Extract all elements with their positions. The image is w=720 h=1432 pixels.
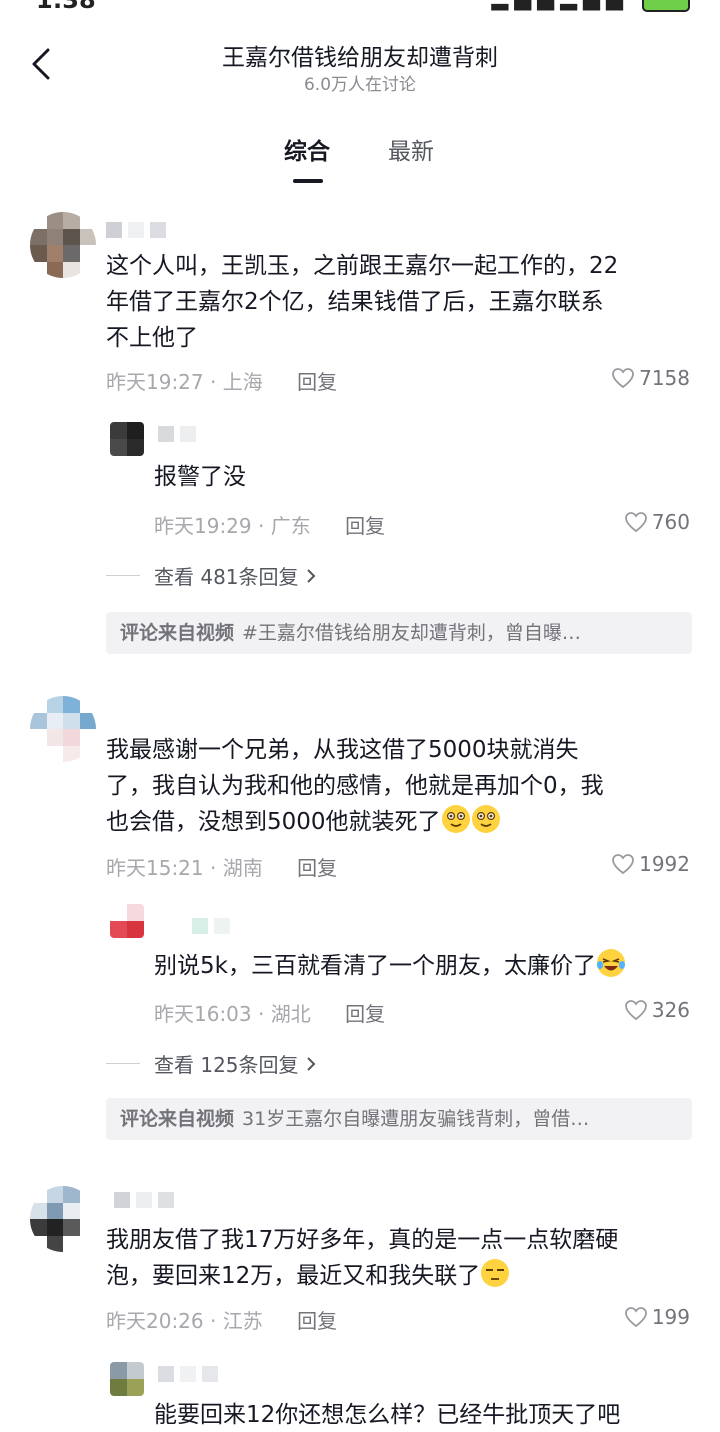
- like-count: 1992: [639, 852, 690, 876]
- divider-line: [106, 1063, 140, 1064]
- source-text: 31岁王嘉尔自曝遭朋友骗钱背刺，曾借…: [242, 1108, 590, 1130]
- tab-latest[interactable]: 最新: [388, 132, 434, 166]
- heart-icon: [612, 368, 634, 389]
- comment-meta: 昨天15:21 · 湖南 回复: [106, 852, 337, 881]
- page-title: 王嘉尔借钱给朋友却遭背刺: [222, 45, 498, 71]
- reply-text: 别说5k，三百就看清了一个朋友，太廉价了: [154, 948, 694, 983]
- signal-icon: ▂▄▆: [491, 0, 560, 11]
- reply-avatar[interactable]: [110, 904, 144, 938]
- tab-indicator: [293, 179, 323, 183]
- view-more-replies[interactable]: 查看 481条回复: [106, 561, 317, 590]
- video-source-link[interactable]: 评论来自视频 #王嘉尔借钱给朋友却遭背刺，曾自曝…: [106, 612, 692, 654]
- reply-avatar[interactable]: [110, 422, 144, 456]
- reply-meta: 昨天16:03 · 湖北 回复: [154, 998, 385, 1027]
- comment-time: 昨天20:26 · 江苏: [106, 1309, 263, 1333]
- reply-reply-button[interactable]: 回复: [345, 514, 385, 538]
- status-icons: ▂▄▆▂▄▆: [491, 0, 690, 12]
- status-bar: 1:38 ▂▄▆▂▄▆: [0, 0, 720, 14]
- blush-emoji-icon: [441, 805, 470, 833]
- comment-time: 昨天19:27 · 上海: [106, 370, 263, 394]
- divider-line: [106, 575, 140, 576]
- view-more-replies[interactable]: 查看 125条回复: [106, 1049, 317, 1078]
- blush-emoji-icon: [471, 805, 500, 833]
- tab-general[interactable]: 综合: [284, 132, 330, 166]
- heart-icon: [624, 512, 647, 533]
- avatar[interactable]: [30, 1186, 96, 1252]
- reply-text: 能要回来12你还想怎么样？已经牛批顶天了吧: [154, 1402, 621, 1428]
- like-button[interactable]: 199: [624, 1305, 690, 1329]
- heart-icon: [624, 1000, 647, 1021]
- header: 王嘉尔借钱给朋友却遭背刺 6.0万人在讨论 综合 最新: [0, 14, 720, 204]
- reply-like-button[interactable]: 326: [624, 998, 690, 1022]
- reply-meta: 昨天19:29 · 广东 回复: [154, 510, 385, 539]
- reply-reply-button[interactable]: 回复: [345, 1002, 385, 1026]
- heart-icon: [624, 1307, 647, 1328]
- like-button[interactable]: 1992: [611, 852, 690, 876]
- source-label: 评论来自视频: [120, 622, 235, 644]
- username-mosaic[interactable]: [106, 222, 166, 238]
- like-count: 7158: [639, 366, 690, 390]
- source-text: #王嘉尔借钱给朋友却遭背刺，曾自曝…: [242, 622, 581, 644]
- chevron-right-icon: [306, 568, 315, 583]
- laughing-tears-emoji-icon: [596, 949, 625, 977]
- signal-icon-2: ▂▄▆: [560, 0, 629, 11]
- status-time: 1:38: [36, 0, 96, 14]
- reply-username-mosaic[interactable]: [192, 918, 230, 934]
- avatar[interactable]: [30, 696, 96, 762]
- source-label: 评论来自视频: [120, 1108, 235, 1130]
- username-mosaic[interactable]: [114, 1192, 174, 1208]
- reply-username-mosaic[interactable]: [158, 426, 196, 442]
- discussion-count: 6.0万人在讨论: [303, 75, 417, 95]
- reply-time: 昨天16:03 · 湖北: [154, 1002, 311, 1026]
- heart-icon: [612, 854, 634, 875]
- reply-like-count: 760: [651, 510, 690, 534]
- comment-meta: 昨天19:27 · 上海 回复: [106, 366, 337, 395]
- unamused-emoji-icon: [481, 1259, 510, 1287]
- like-button[interactable]: 7158: [611, 366, 690, 390]
- reply-button[interactable]: 回复: [297, 370, 337, 394]
- reply-like-count: 326: [651, 998, 690, 1022]
- comment-time: 昨天15:21 · 湖南: [106, 856, 263, 880]
- video-source-link[interactable]: 评论来自视频 31岁王嘉尔自曝遭朋友骗钱背刺，曾借…: [106, 1098, 692, 1140]
- battery-icon: [642, 0, 690, 12]
- reply-button[interactable]: 回复: [297, 1309, 337, 1333]
- reply-avatar[interactable]: [110, 1362, 144, 1396]
- reply-username-mosaic[interactable]: [158, 1366, 218, 1382]
- reply-time: 昨天19:29 · 广东: [154, 514, 311, 538]
- avatar[interactable]: [30, 212, 96, 278]
- like-count: 199: [651, 1305, 690, 1329]
- comment-text: 这个人叫，王凯玉，之前跟王嘉尔一起工作的，22 年借了王嘉尔2个亿，结果钱借了后…: [106, 253, 619, 351]
- comment-meta: 昨天20:26 · 江苏 回复: [106, 1305, 337, 1334]
- chevron-right-icon: [306, 1056, 315, 1071]
- comment-text: 我最感谢一个兄弟，从我这借了5000块就消失 了，我自认为我和他的感情，他就是再…: [106, 737, 604, 835]
- reply-text: 报警了没: [154, 464, 246, 490]
- comment-text: 我朋友借了我17万好多年，真的是一点一点软磨硬 泡，要回来12万，最近又和我失联…: [106, 1227, 619, 1289]
- reply-like-button[interactable]: 760: [624, 510, 690, 534]
- reply-button[interactable]: 回复: [297, 856, 337, 880]
